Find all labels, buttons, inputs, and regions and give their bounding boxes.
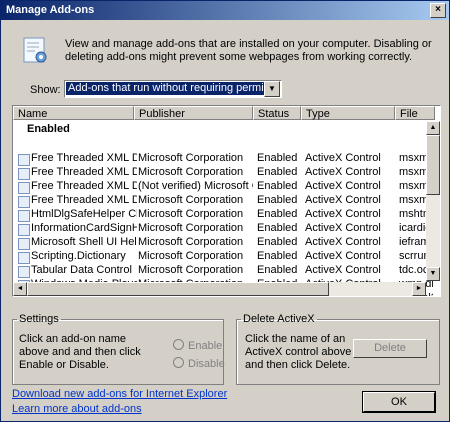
column-header-file[interactable]: File — [395, 106, 435, 120]
list-item[interactable]: Free Threaded XML DO...Microsoft Corpora… — [13, 166, 433, 180]
row-status: Enabled — [257, 236, 298, 248]
row-status: Enabled — [257, 264, 298, 276]
disable-radio[interactable]: Disable — [173, 357, 225, 370]
row-type: ActiveX Control — [305, 222, 381, 234]
horizontal-scrollbar[interactable]: ◄ ► — [13, 282, 426, 296]
row-type: ActiveX Control — [305, 264, 381, 276]
title-bar: Manage Add-ons × — [1, 1, 449, 20]
addons-gear-icon — [23, 37, 47, 63]
show-label: Show: — [30, 84, 61, 96]
delete-activex-instructions: Click the name of an ActiveX control abo… — [245, 333, 352, 371]
row-publisher: Microsoft Corporation — [138, 208, 244, 220]
download-addons-link[interactable]: Download new add-ons for Internet Explor… — [12, 388, 227, 400]
column-header-status[interactable]: Status — [253, 106, 301, 120]
row-publisher: Microsoft Corporation — [138, 166, 244, 178]
addon-icon — [18, 168, 30, 180]
settings-legend: Settings — [19, 313, 59, 325]
show-dropdown[interactable]: Add-ons that run without requiring permi… — [64, 80, 282, 98]
row-type: ActiveX Control — [305, 152, 381, 164]
row-name: Free Threaded XML DO... — [31, 152, 137, 164]
row-name: Free Threaded XML DO... — [31, 180, 137, 192]
list-item[interactable]: InformationCardSignH...Microsoft Corpora… — [13, 222, 433, 236]
radio-icon — [173, 357, 184, 368]
row-status: Enabled — [257, 166, 298, 178]
close-button[interactable]: × — [430, 3, 446, 18]
scroll-left-icon[interactable]: ◄ — [13, 282, 27, 296]
row-status: Enabled — [257, 194, 298, 206]
row-name: Scripting.Dictionary — [31, 250, 126, 262]
list-item[interactable]: Scripting.Dictionary Microsoft Corporatio… — [13, 250, 433, 264]
horizontal-scroll-thumb[interactable] — [27, 282, 329, 296]
addon-icon — [18, 182, 30, 194]
list-item[interactable]: HtmlDlgSafeHelper ClassMicrosoft Corpora… — [13, 208, 433, 222]
list-item[interactable]: Tabular Data Control Microsoft Corporatio… — [13, 264, 433, 278]
vertical-scroll-thumb[interactable] — [426, 135, 440, 195]
scroll-down-icon[interactable]: ▼ — [426, 267, 440, 281]
row-type: ActiveX Control — [305, 180, 381, 192]
delete-button[interactable]: Delete — [353, 339, 427, 358]
list-item[interactable]: Microsoft Shell UI HelperMicrosoft Corpo… — [13, 236, 433, 250]
row-status: Enabled — [257, 250, 298, 262]
row-name: Free Threaded XML DO... — [31, 194, 137, 206]
disable-radio-label: Disable — [188, 358, 225, 370]
row-publisher: Microsoft Corporation — [138, 264, 244, 276]
addon-icon — [18, 252, 30, 264]
column-header-publisher[interactable]: Publisher — [134, 106, 253, 120]
row-type: ActiveX Control — [305, 166, 381, 178]
group-header-enabled: Enabled — [27, 123, 70, 135]
row-status: Enabled — [257, 152, 298, 164]
row-type: ActiveX Control — [305, 250, 381, 262]
row-type: ActiveX Control — [305, 208, 381, 220]
addon-icon — [18, 210, 30, 222]
row-name: InformationCardSignH... — [31, 222, 137, 234]
addon-icon — [18, 224, 30, 236]
ok-button[interactable]: OK — [362, 391, 436, 413]
delete-activex-legend: Delete ActiveX — [243, 313, 315, 325]
row-status: Enabled — [257, 180, 298, 192]
column-header-type[interactable]: Type — [301, 106, 395, 120]
list-item[interactable]: Free Threaded XML DO...Microsoft Corpora… — [13, 152, 433, 166]
manage-addons-window: Manage Add-ons × View and manage add-ons… — [0, 0, 450, 422]
scroll-right-icon[interactable]: ► — [412, 282, 426, 296]
radio-icon — [173, 339, 184, 350]
addon-icon — [18, 238, 30, 250]
row-type: ActiveX Control — [305, 194, 381, 206]
row-publisher: Microsoft Corporation — [138, 194, 244, 206]
row-publisher: (Not verified) Microsoft C... — [138, 180, 253, 192]
settings-instructions: Click an add-on name above and and then … — [19, 333, 141, 371]
row-name: Tabular Data Control — [31, 264, 132, 276]
addon-icon — [18, 266, 30, 278]
row-name: HtmlDlgSafeHelper Class — [31, 208, 137, 220]
list-item[interactable]: Free Threaded XML DO...(Not verified) Mi… — [13, 180, 433, 194]
row-publisher: Microsoft Corporation — [138, 152, 244, 164]
addon-icon — [18, 154, 30, 166]
row-publisher: Microsoft Corporation — [138, 236, 244, 248]
scroll-up-icon[interactable]: ▲ — [426, 121, 440, 135]
row-publisher: Microsoft Corporation — [138, 222, 244, 234]
vertical-scrollbar[interactable]: ▲ ▼ — [426, 121, 440, 281]
addons-list[interactable]: Name Publisher Status Type File Enabled … — [12, 105, 441, 297]
row-publisher: Microsoft Corporation — [138, 250, 244, 262]
row-status: Enabled — [257, 222, 298, 234]
list-item[interactable]: Free Threaded XML DO...Microsoft Corpora… — [13, 194, 433, 208]
enable-radio-label: Enable — [188, 340, 223, 352]
column-header-name[interactable]: Name — [13, 106, 134, 120]
row-name: Microsoft Shell UI Helper — [31, 236, 137, 248]
intro-description: View and manage add-ons that are install… — [65, 38, 432, 63]
enable-radio[interactable]: Enable — [173, 339, 222, 352]
addon-icon — [18, 196, 30, 208]
list-header: Name Publisher Status Type File — [13, 106, 435, 121]
learn-more-link[interactable]: Learn more about add-ons — [12, 403, 142, 415]
row-name: Free Threaded XML DO... — [31, 166, 137, 178]
window-title: Manage Add-ons — [6, 4, 95, 16]
row-status: Enabled — [257, 208, 298, 220]
chevron-down-icon[interactable]: ▼ — [264, 81, 280, 97]
row-type: ActiveX Control — [305, 236, 381, 248]
show-dropdown-value: Add-ons that run without requiring permi… — [66, 82, 264, 95]
